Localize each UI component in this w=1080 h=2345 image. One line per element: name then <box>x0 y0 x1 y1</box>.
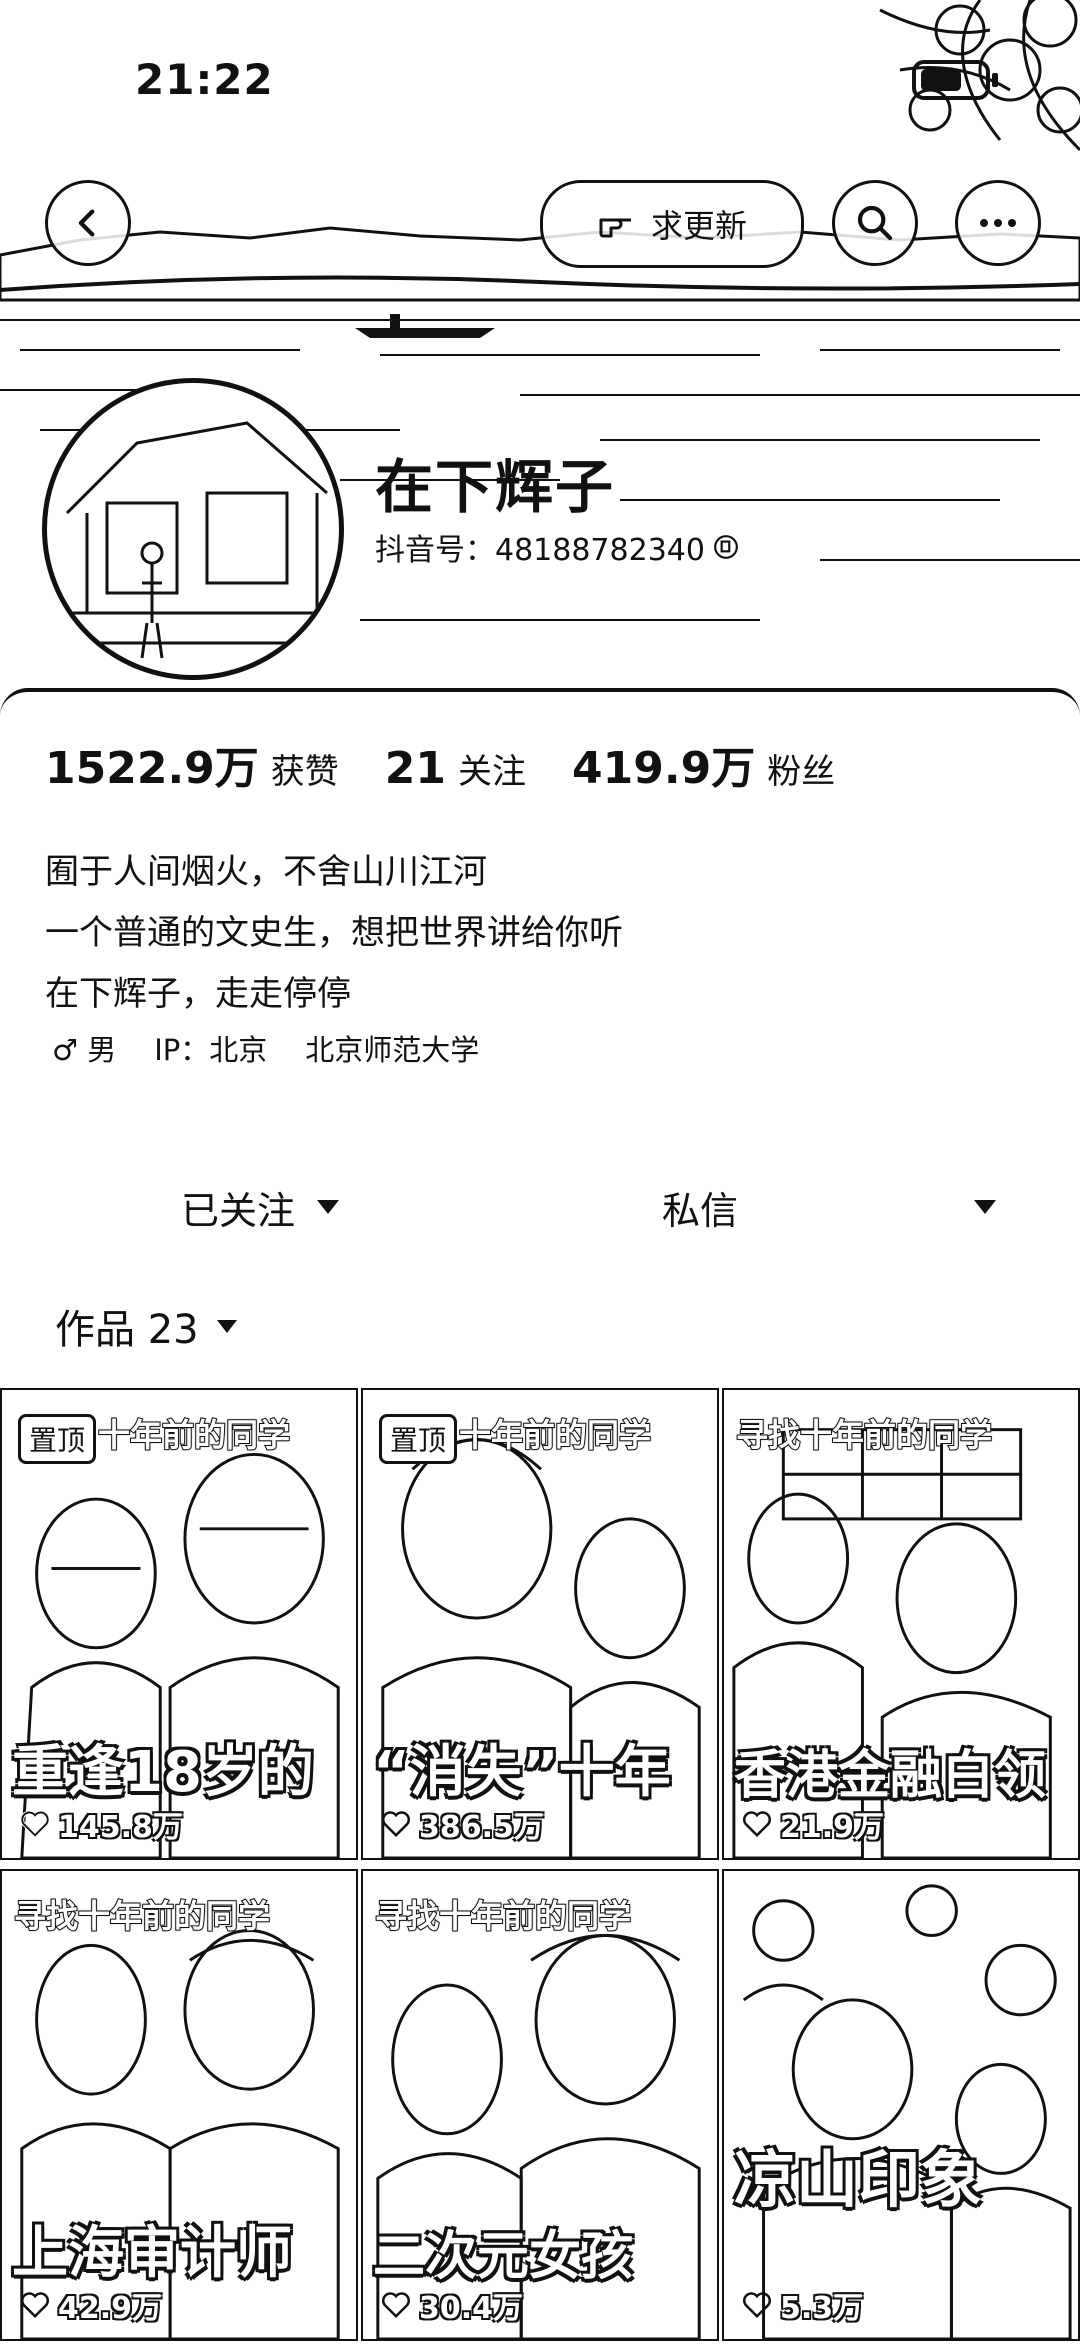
followers-label[interactable]: 粉丝 <box>767 744 835 793</box>
video-grid: 置顶 十年前的同学 重逢18岁的 145.8万 置顶 十年前的同学 “消失”十年… <box>0 1388 1080 2341</box>
hand-point-icon <box>599 218 631 238</box>
gender-tag: ♂ 男 <box>52 1033 117 1067</box>
back-button[interactable] <box>45 180 131 266</box>
video-likes: 386.5万 <box>381 1802 544 1846</box>
search-icon <box>857 205 893 241</box>
followers-count[interactable]: 419.9万 <box>572 732 755 796</box>
more-icon <box>980 219 1016 227</box>
more-button[interactable] <box>955 180 1041 266</box>
video-likes-count: 21.9万 <box>780 1810 885 1845</box>
douyin-id: 抖音号：48188782340 <box>375 525 739 569</box>
video-tile[interactable]: 寻找十年前的同学 二次元女孩 30.4万 <box>361 1869 719 2341</box>
copy-icon[interactable] <box>713 534 739 560</box>
profile-tags: ♂ 男 IP：北京 北京师范大学 <box>52 1027 479 1069</box>
followed-button[interactable]: 已关注 <box>60 1152 460 1262</box>
video-top-text: 十年前的同学 <box>458 1415 652 1455</box>
video-likes-count: 145.8万 <box>58 1810 183 1845</box>
video-top-text: 寻找十年前的同学 <box>735 1415 993 1455</box>
profile-nickname: 在下辉子 <box>375 453 616 521</box>
video-likes: 30.4万 <box>381 2283 523 2327</box>
video-likes-count: 42.9万 <box>58 2291 163 2326</box>
heart-icon <box>743 1811 771 1838</box>
video-tile[interactable]: 凉山印象 5.3万 <box>722 1869 1080 2341</box>
caret-down-icon <box>317 1200 339 1214</box>
school-tag: 北京师范大学 <box>305 1033 480 1067</box>
works-tab-label: 作品 23 <box>55 1307 199 1353</box>
video-caption: 上海审计师 <box>12 2221 292 2286</box>
bio-line: 囿于人间烟火，不舍山川江河 <box>45 852 487 892</box>
video-tile[interactable]: 置顶 十年前的同学 重逢18岁的 145.8万 <box>0 1388 358 1860</box>
more-actions-button[interactable] <box>945 1152 1025 1262</box>
likes-count: 1522.9万 <box>45 743 259 794</box>
followed-label: 已关注 <box>180 1188 295 1233</box>
avatar-image <box>47 421 339 659</box>
search-button[interactable] <box>832 180 918 266</box>
pinned-badge: 置顶 <box>18 1414 97 1464</box>
ip-tag: IP：北京 <box>154 1033 268 1067</box>
video-caption: 香港金融白领 <box>734 1746 1047 1806</box>
request-update-button[interactable]: 求更新 <box>540 180 804 268</box>
following-count[interactable]: 21 <box>385 743 446 794</box>
chevron-left-icon <box>78 209 95 237</box>
stats-row: 1522.9万 获赞 21 关注 419.9万 粉丝 <box>45 732 881 796</box>
message-label: 私信 <box>661 1188 738 1233</box>
bio: 囿于人间烟火，不舍山川江河 一个普通的文史生，想把世界讲给你听 在下辉子，走走停… <box>45 842 623 1025</box>
video-likes: 21.9万 <box>742 1802 884 1846</box>
video-likes-count: 386.5万 <box>419 1810 544 1845</box>
douyin-id-text: 抖音号：48188782340 <box>375 533 705 568</box>
video-thumbnail <box>742 1884 1072 2339</box>
profile-cover: 21:22 求更新 在下辉子 抖音号：48188782340 <box>0 0 1080 700</box>
bio-line: 在下辉子，走走停停 <box>45 974 351 1014</box>
video-tile[interactable]: 寻找十年前的同学 香港金融白领 21.9万 <box>722 1388 1080 1860</box>
video-tile[interactable]: 寻找十年前的同学 上海审计师 42.9万 <box>0 1869 358 2341</box>
heart-icon <box>382 1811 410 1838</box>
request-update-label: 求更新 <box>650 207 747 245</box>
pinned-badge: 置顶 <box>379 1414 458 1464</box>
caret-down-icon <box>974 1200 996 1214</box>
likes-label: 获赞 <box>270 752 339 792</box>
heart-icon <box>20 1810 50 1838</box>
following-label[interactable]: 关注 <box>458 744 526 793</box>
video-likes-count: 30.4万 <box>419 2291 524 2326</box>
video-caption: 凉山印象 <box>734 2143 983 2216</box>
heart-icon <box>382 2292 410 2319</box>
video-likes: 42.9万 <box>20 2283 162 2327</box>
video-likes: 5.3万 <box>742 2283 863 2327</box>
video-top-text: 寻找十年前的同学 <box>374 1896 632 1936</box>
status-time: 21:22 <box>135 55 274 104</box>
video-tile[interactable]: 置顶 十年前的同学 “消失”十年 386.5万 <box>361 1388 719 1860</box>
heart-icon <box>21 2292 49 2319</box>
tab-works[interactable]: 作品 23 <box>55 1297 237 1355</box>
video-top-text: 寻找十年前的同学 <box>13 1896 271 1936</box>
video-likes: 145.8万 <box>20 1802 183 1846</box>
video-caption: 二次元女孩 <box>373 2227 634 2287</box>
battery-icon <box>912 60 998 100</box>
bio-line: 一个普通的文史生，想把世界讲给你听 <box>45 913 623 953</box>
video-caption: “消失”十年 <box>373 1740 671 1805</box>
video-caption: 重逢18岁的 <box>12 1740 314 1805</box>
avatar[interactable] <box>42 378 344 680</box>
message-button[interactable]: 私信 <box>520 1152 880 1262</box>
video-top-text: 十年前的同学 <box>97 1415 291 1455</box>
video-likes-count: 5.3万 <box>780 2291 864 2326</box>
caret-down-icon <box>216 1319 237 1333</box>
heart-icon <box>743 2292 771 2319</box>
